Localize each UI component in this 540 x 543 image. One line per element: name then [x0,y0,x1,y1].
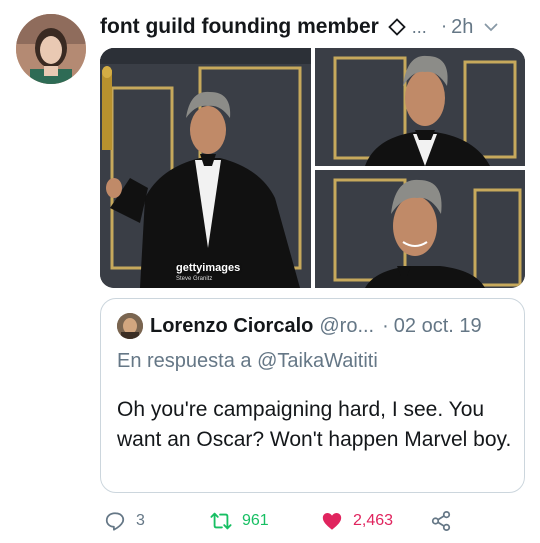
tweet-timestamp[interactable]: 2h [451,16,473,39]
quoted-separator: · [382,314,389,337]
diamond-icon [388,18,406,36]
quoted-avatar [117,313,143,339]
quoted-header: Lorenzo Ciorcalo @ro... · 02 oct. 19 [117,313,482,339]
share-icon [431,510,451,532]
retweet-count: 961 [242,512,269,529]
media-photo-2[interactable] [315,48,525,166]
quoted-display-name: Lorenzo Ciorcalo [150,314,314,337]
quoted-text: Oh you're campaigning hard, I see. You w… [117,398,512,451]
retweet-icon [210,512,232,530]
name-ellipsis: ... [411,16,427,37]
reply-context: En respuesta a @TaikaWaititi [117,350,378,373]
retweet-button[interactable]: 961 [210,506,269,536]
reply-prefix: En respuesta a [117,350,252,372]
action-bar: 3 961 2,463 [104,506,524,536]
display-name[interactable]: font guild founding member [100,15,379,39]
header-separator: · [440,16,448,37]
reply-icon [105,512,125,531]
author-avatar[interactable] [16,14,86,84]
watermark-credit: Steve Granitz [176,276,213,282]
media-photo-3[interactable] [315,170,525,288]
reply-mention: @TaikaWaititi [257,350,378,372]
chevron-down-icon[interactable] [483,19,499,35]
quoted-date: 02 oct. 19 [393,314,482,337]
reply-button[interactable]: 3 [104,506,145,536]
media-photo-1[interactable]: gettyimages Steve Granitz [100,48,311,288]
quoted-tweet[interactable]: Lorenzo Ciorcalo @ro... · 02 oct. 19 En … [100,298,525,493]
tweet-header: font guild founding member ... · 2h [100,12,530,42]
watermark: gettyimages [176,262,241,274]
quoted-handle: @ro... [319,314,375,337]
reply-count: 3 [136,512,145,529]
like-button[interactable]: 2,463 [321,506,393,536]
share-button[interactable] [430,506,452,536]
like-count: 2,463 [353,512,394,529]
heart-icon [322,513,342,530]
media-grid: gettyimages Steve Granitz [100,48,525,288]
